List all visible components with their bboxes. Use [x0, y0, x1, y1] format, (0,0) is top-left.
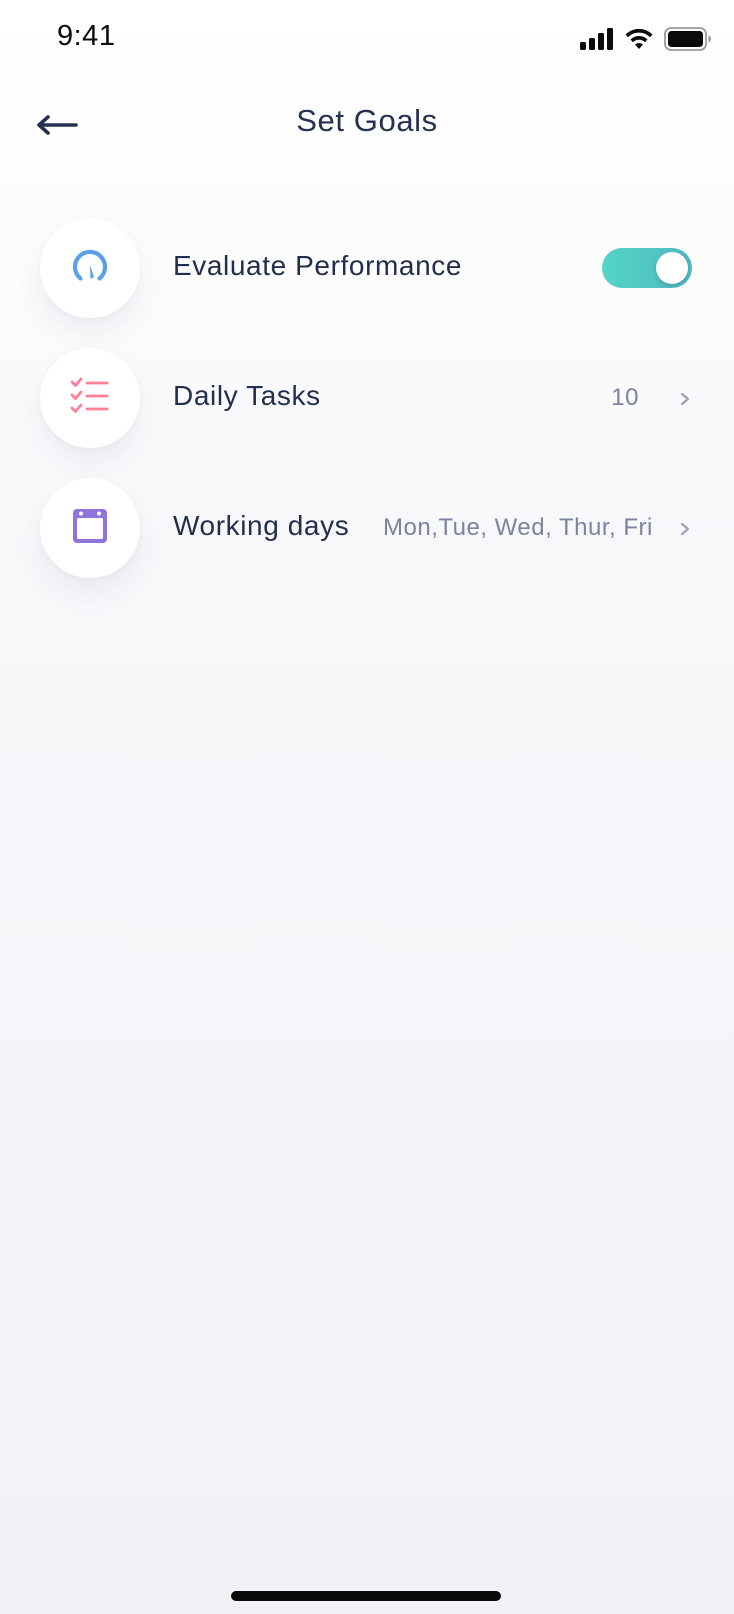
status-bar: 9:41 [0, 0, 734, 80]
icon-badge [40, 478, 140, 578]
page-title: Set Goals [296, 103, 438, 138]
calendar-icon [70, 506, 110, 551]
setting-label: Working days [173, 510, 350, 541]
chevron-right-icon [678, 388, 692, 410]
evaluate-performance-toggle[interactable] [602, 248, 692, 288]
daily-tasks-value: 10 [611, 384, 639, 411]
setting-row-working-days[interactable]: Working days Mon,Tue, Wed, Thur, Fri [0, 474, 734, 584]
status-icons [580, 27, 712, 56]
setting-row-evaluate-performance[interactable]: Evaluate Performance [0, 214, 734, 324]
gauge-icon [68, 244, 112, 293]
setting-row-daily-tasks[interactable]: Daily Tasks 10 [0, 344, 734, 454]
battery-icon [664, 27, 712, 56]
setting-label: Daily Tasks [173, 380, 321, 411]
toggle-knob [656, 252, 688, 284]
icon-badge [40, 218, 140, 318]
wifi-icon [624, 28, 654, 55]
setting-label: Evaluate Performance [173, 250, 463, 281]
working-days-value: Mon,Tue, Wed, Thur, Fri [383, 514, 653, 541]
status-time: 9:41 [57, 20, 116, 52]
chevron-right-icon [678, 518, 692, 540]
checklist-icon [69, 376, 111, 421]
home-indicator [231, 1591, 501, 1601]
icon-badge [40, 348, 140, 448]
nav-header: Set Goals [0, 80, 734, 170]
cellular-signal-icon [580, 28, 614, 55]
